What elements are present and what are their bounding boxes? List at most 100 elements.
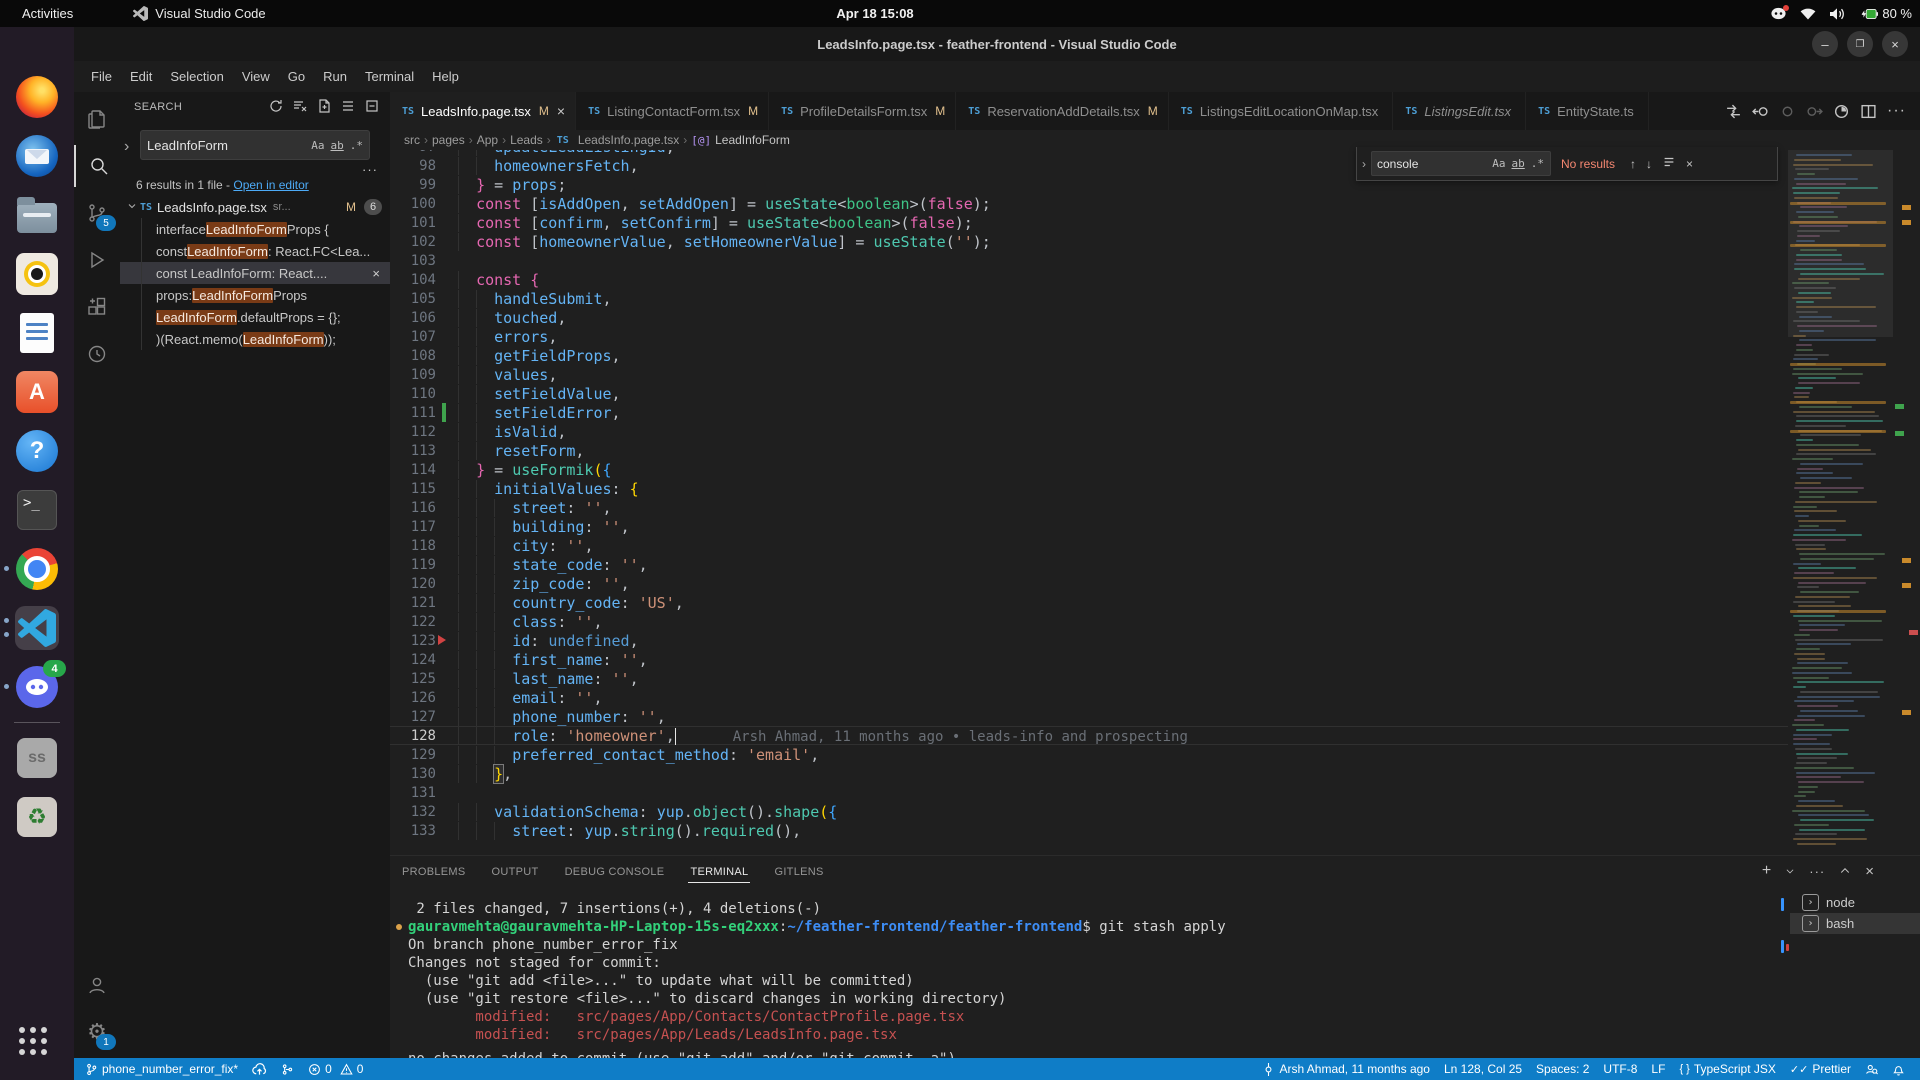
- language-mode[interactable]: { }TypeScript JSX: [1672, 1058, 1782, 1080]
- find-input-box[interactable]: Aa ab .*: [1371, 151, 1551, 176]
- search-result-row[interactable]: const LeadInfoForm: React....×: [120, 262, 390, 284]
- explorer-icon[interactable]: [74, 98, 120, 140]
- tab-ProfileDetailsForm.tsx[interactable]: TSProfileDetailsForm.tsxM: [769, 92, 956, 130]
- panel-tab-gitlens[interactable]: GITLENS: [772, 862, 825, 882]
- extensions-icon[interactable]: [74, 286, 120, 328]
- code-line-103[interactable]: 103: [390, 251, 1788, 270]
- breadcrumb-item[interactable]: pages: [432, 133, 465, 147]
- search-query-box[interactable]: Aa ab .*: [140, 130, 370, 160]
- dock-files[interactable]: [13, 191, 61, 239]
- system-tray[interactable]: 80 %: [1770, 0, 1912, 27]
- open-in-editor-link[interactable]: Open in editor: [233, 178, 308, 192]
- dock-libreoffice-writer[interactable]: [13, 309, 61, 357]
- open-search-editor-icon[interactable]: [316, 98, 332, 114]
- code-line-121[interactable]: 121 country_code: 'US',: [390, 593, 1788, 612]
- code-line-100[interactable]: 100 const [isAddOpen, setAddOpen] = useS…: [390, 194, 1788, 213]
- activities-button[interactable]: Activities: [14, 4, 81, 23]
- search-result-row[interactable]: props: LeadInfoFormProps: [120, 284, 390, 306]
- breadcrumb-item[interactable]: src: [404, 133, 420, 147]
- regex-toggle[interactable]: .*: [350, 139, 363, 152]
- previous-change-icon[interactable]: [1752, 103, 1769, 120]
- whole-word-toggle[interactable]: ab: [331, 139, 344, 152]
- problems-status[interactable]: 0 0: [301, 1058, 370, 1080]
- clock[interactable]: Apr 18 15:08: [800, 6, 950, 21]
- minimize-button[interactable]: –: [1812, 31, 1838, 57]
- code-line-110[interactable]: 110 setFieldValue,: [390, 384, 1788, 403]
- find-input[interactable]: [1372, 157, 1492, 171]
- settings-gear-icon[interactable]: ⚙ 1: [74, 1011, 120, 1053]
- code-line-127[interactable]: 127 phone_number: '',: [390, 707, 1788, 726]
- code-line-128[interactable]: 128 role: 'homeowner',Arsh Ahmad, 11 mon…: [390, 726, 1788, 745]
- next-change-icon[interactable]: [1806, 103, 1823, 120]
- maximize-button[interactable]: ❐: [1847, 31, 1873, 57]
- code-line-101[interactable]: 101 const [confirm, setConfirm] = useSta…: [390, 213, 1788, 232]
- dock-ubuntu-software[interactable]: A: [13, 368, 61, 416]
- find-in-selection-icon[interactable]: [1662, 155, 1676, 172]
- split-editor-icon[interactable]: [1860, 103, 1877, 120]
- tab-LeadsInfo.page.tsx[interactable]: TSLeadsInfo.page.tsxM×: [390, 92, 576, 130]
- code-line-113[interactable]: 113 resetForm,: [390, 441, 1788, 460]
- code-line-133[interactable]: 133 street: yup.string().required(),: [390, 821, 1788, 840]
- code-line-111[interactable]: 111 setFieldError,: [390, 403, 1788, 422]
- git-branch-status[interactable]: phone_number_error_fix*: [78, 1058, 245, 1080]
- sync-status-button[interactable]: [274, 1058, 301, 1080]
- search-result-row[interactable]: )(React.memo(LeadInfoForm));: [120, 328, 390, 350]
- tab-ReservationAddDetails.tsx[interactable]: TSReservationAddDetails.tsxM: [956, 92, 1169, 130]
- circle-outline-icon[interactable]: [1779, 103, 1796, 120]
- code-line-107[interactable]: 107 errors,: [390, 327, 1788, 346]
- find-next-icon[interactable]: ↓: [1646, 157, 1652, 171]
- menu-run[interactable]: Run: [314, 65, 356, 88]
- dock-rhythmbox[interactable]: [13, 250, 61, 298]
- code-line-117[interactable]: 117 building: '',: [390, 517, 1788, 536]
- menu-help[interactable]: Help: [423, 65, 468, 88]
- encoding[interactable]: UTF-8: [1596, 1058, 1644, 1080]
- code-line-108[interactable]: 108 getFieldProps,: [390, 346, 1788, 365]
- menu-go[interactable]: Go: [279, 65, 314, 88]
- code-line-106[interactable]: 106 touched,: [390, 308, 1788, 327]
- find-previous-icon[interactable]: ↑: [1630, 157, 1636, 171]
- find-regex-toggle[interactable]: .*: [1531, 157, 1544, 170]
- indentation[interactable]: Spaces: 2: [1529, 1058, 1596, 1080]
- match-case-toggle[interactable]: Aa: [311, 139, 324, 152]
- code-editor[interactable]: 97 updateLeadListingId,98 homeownersFetc…: [390, 150, 1788, 855]
- eol[interactable]: LF: [1644, 1058, 1672, 1080]
- code-line-119[interactable]: 119 state_code: '',: [390, 555, 1788, 574]
- notifications[interactable]: [1885, 1058, 1912, 1080]
- dock-chrome[interactable]: [13, 545, 61, 593]
- code-line-112[interactable]: 112 isValid,: [390, 422, 1788, 441]
- dock-discord[interactable]: 4: [13, 663, 61, 711]
- open-changes-icon[interactable]: [1725, 103, 1742, 120]
- dock-trash[interactable]: ♻: [13, 793, 61, 841]
- code-line-115[interactable]: 115 initialValues: {: [390, 479, 1788, 498]
- maximize-panel-icon[interactable]: [1839, 865, 1851, 877]
- refresh-icon[interactable]: [268, 98, 284, 114]
- overview-ruler[interactable]: [1893, 150, 1920, 855]
- tab-EntityState.ts[interactable]: TSEntityState.ts: [1526, 92, 1649, 130]
- collapse-all-icon[interactable]: [364, 98, 380, 114]
- toggle-search-details-icon[interactable]: ···: [362, 162, 378, 177]
- menu-file[interactable]: File: [82, 65, 121, 88]
- menu-view[interactable]: View: [233, 65, 279, 88]
- tab-ListingsEdit.tsx[interactable]: TSListingsEdit.tsx: [1393, 92, 1526, 130]
- terminal-dropdown-icon[interactable]: [1785, 866, 1795, 876]
- app-grid-button[interactable]: [19, 1027, 47, 1055]
- source-control-icon[interactable]: 5: [74, 192, 120, 234]
- cursor-position[interactable]: Ln 128, Col 25: [1437, 1058, 1529, 1080]
- breadcrumb-item[interactable]: Leads: [510, 133, 543, 147]
- code-line-114[interactable]: 114 } = useFormik({: [390, 460, 1788, 479]
- clear-results-icon[interactable]: [292, 98, 308, 114]
- command-decoration-dot[interactable]: [396, 924, 402, 930]
- feedback[interactable]: [1858, 1058, 1885, 1080]
- find-whole-word-toggle[interactable]: ab: [1512, 157, 1525, 170]
- run-debug-icon[interactable]: [74, 239, 120, 281]
- code-line-105[interactable]: 105 handleSubmit,: [390, 289, 1788, 308]
- minimap[interactable]: [1788, 150, 1893, 855]
- code-line-120[interactable]: 120 zip_code: '',: [390, 574, 1788, 593]
- panel-tab-debug-console[interactable]: DEBUG CONSOLE: [563, 862, 667, 882]
- code-line-125[interactable]: 125 last_name: '',: [390, 669, 1788, 688]
- tab-ListingContactForm.tsx[interactable]: TSListingContactForm.tsxM: [576, 92, 769, 130]
- code-line-104[interactable]: 104 const {: [390, 270, 1788, 289]
- panel-tab-problems[interactable]: PROBLEMS: [400, 862, 468, 882]
- tab-close-icon[interactable]: ×: [557, 103, 565, 119]
- code-line-118[interactable]: 118 city: '',: [390, 536, 1788, 555]
